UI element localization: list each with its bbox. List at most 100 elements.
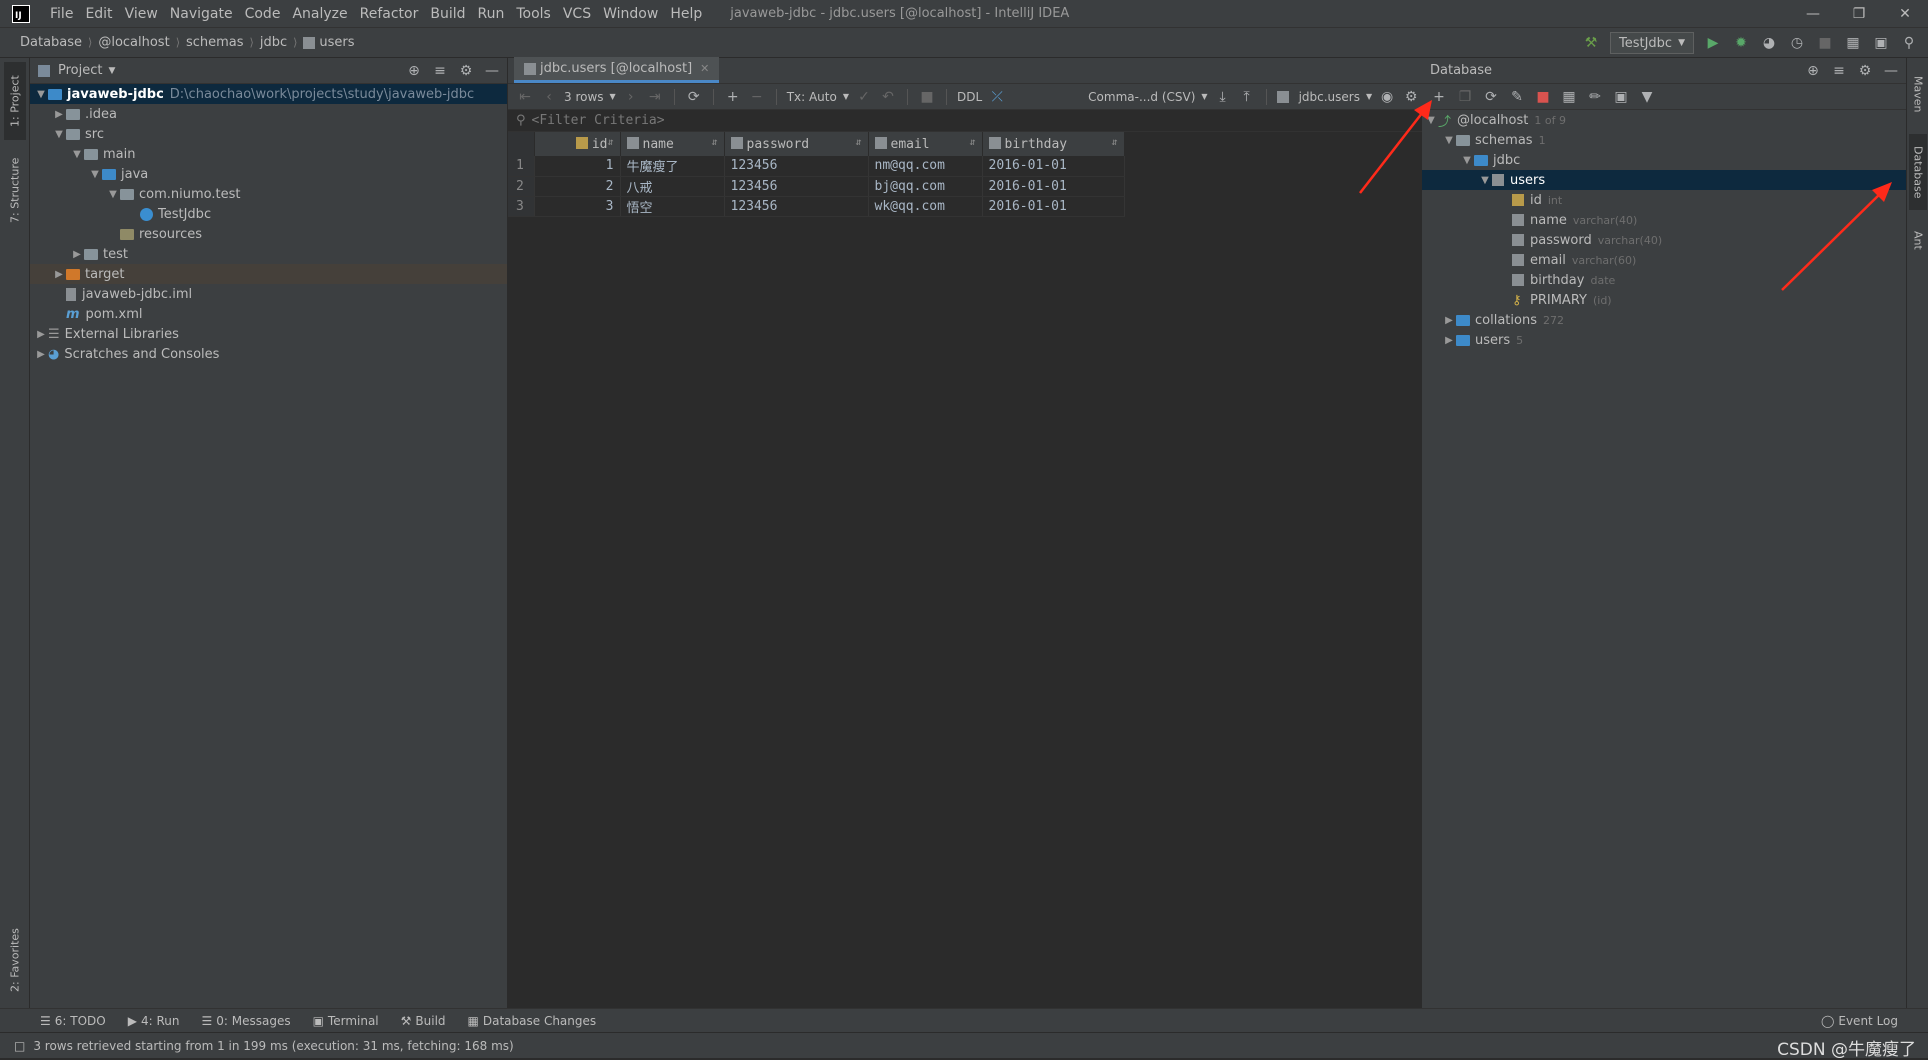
chevron-down-icon[interactable]: ▼ [1424, 115, 1438, 126]
cell-birthday[interactable]: 2016-01-01 [982, 196, 1125, 217]
column-header-name[interactable]: name ⇵ [620, 132, 725, 156]
breadcrumb-localhost[interactable]: @localhost [98, 35, 169, 50]
tree-item-iml[interactable]: javaweb-jdbc.iml [30, 284, 507, 304]
gear-icon[interactable]: ⚙ [457, 62, 475, 80]
sort-icon[interactable]: ⇵ [1111, 137, 1117, 148]
chevron-right-icon[interactable]: ▶ [52, 109, 66, 120]
tx-mode-select[interactable]: Tx: Auto [787, 90, 837, 104]
run-configuration-select[interactable]: TestJdbc ▼ [1609, 32, 1694, 54]
table-row[interactable]: 1 1 牛魔瘦了 123456 nm@qq.com 2016-01-01 [508, 156, 1125, 177]
db-item-jdbc[interactable]: ▼ jdbc [1422, 150, 1906, 170]
menu-help[interactable]: Help [664, 6, 708, 22]
edit-icon[interactable]: ✏ [1586, 88, 1604, 106]
menu-vcs[interactable]: VCS [557, 6, 597, 22]
collapse-all-icon[interactable]: ≡ [1830, 62, 1848, 80]
db-index-primary[interactable]: ⚷ PRIMARY (id) [1422, 290, 1906, 310]
coverage-icon[interactable]: ◕ [1760, 34, 1778, 52]
filter-icon[interactable]: ▼ [1638, 88, 1656, 106]
rows-count-select[interactable]: 3 rows [564, 90, 604, 104]
copy-icon[interactable]: ❐ [1456, 88, 1474, 106]
cell-birthday[interactable]: 2016-01-01 [982, 176, 1125, 197]
breadcrumb-users[interactable]: users [319, 35, 354, 50]
eye-icon[interactable]: ◉ [1378, 88, 1396, 106]
db-item-schemas[interactable]: ▼ schemas 1 [1422, 130, 1906, 150]
hammer-build-icon[interactable]: ⚒ [1582, 34, 1600, 52]
chevron-down-icon[interactable]: ▼ [1442, 135, 1456, 146]
chevron-right-icon[interactable]: ▶ [1442, 335, 1456, 346]
download-icon[interactable]: ⤓ [1214, 88, 1232, 106]
chevron-down-icon[interactable]: ▼ [34, 89, 48, 100]
tree-item-resources[interactable]: resources [30, 224, 507, 244]
close-tab-icon[interactable]: ✕ [700, 62, 709, 75]
tab-terminal[interactable]: ▣ Terminal [313, 1014, 379, 1028]
column-header-password[interactable]: password ⇵ [724, 132, 869, 156]
chevron-down-icon[interactable]: ▼ [88, 169, 102, 180]
menu-file[interactable]: File [44, 6, 79, 22]
compare-icon[interactable]: ⤫ [988, 88, 1006, 106]
cell-password[interactable]: 123456 [724, 196, 869, 217]
menu-run[interactable]: Run [472, 6, 511, 22]
breadcrumb-jdbc[interactable]: jdbc [260, 35, 287, 50]
tab-favorites[interactable]: 2: Favorites [4, 918, 26, 1002]
sort-icon[interactable]: ⇵ [607, 137, 613, 148]
collapse-all-icon[interactable]: ≡ [431, 62, 449, 80]
last-page-icon[interactable]: ⇥ [646, 88, 664, 106]
tree-item-main[interactable]: ▼ main [30, 144, 507, 164]
tree-item-scratches[interactable]: ▶ ◕ Scratches and Consoles [30, 344, 507, 364]
close-icon[interactable]: ✕ [1882, 0, 1928, 28]
db-item-collations[interactable]: ▶ collations 272 [1422, 310, 1906, 330]
restore-icon[interactable]: ❐ [1836, 0, 1882, 28]
menu-code[interactable]: Code [239, 6, 287, 22]
stop-icon[interactable]: ■ [918, 88, 936, 106]
chevron-right-icon[interactable]: ▶ [34, 349, 48, 360]
menu-window[interactable]: Window [597, 6, 664, 22]
commit-icon[interactable]: ✓ [855, 88, 873, 106]
refresh-icon[interactable]: ⟳ [685, 88, 703, 106]
tree-item-package[interactable]: ▼ com.niumo.test [30, 184, 507, 204]
table-view-icon[interactable]: ▦ [1560, 88, 1578, 106]
cell-id[interactable]: 3 [534, 196, 621, 217]
cell-password[interactable]: 123456 [724, 176, 869, 197]
cell-id[interactable]: 1 [534, 156, 621, 177]
filter-criteria-input[interactable]: <Filter Criteria> [532, 113, 665, 128]
tree-item-idea[interactable]: ▶ .idea [30, 104, 507, 124]
chevron-right-icon[interactable]: ▶ [70, 249, 84, 260]
chevron-down-icon[interactable]: ▼ [106, 189, 120, 200]
tab-todo[interactable]: ☰ 6: TODO [40, 1014, 106, 1028]
table-row[interactable]: 3 3 悟空 123456 wk@qq.com 2016-01-01 [508, 196, 1125, 217]
run-icon[interactable]: ▶ [1704, 34, 1722, 52]
breadcrumb-schemas[interactable]: schemas [186, 35, 244, 50]
delete-row-icon[interactable]: − [748, 88, 766, 106]
tab-project[interactable]: 1: Project [4, 62, 26, 140]
sort-icon[interactable]: ⇵ [969, 137, 975, 148]
chevron-right-icon[interactable]: ▶ [34, 329, 48, 340]
table-row[interactable]: 2 2 八戒 123456 bj@qq.com 2016-01-01 [508, 176, 1125, 197]
tree-item-test[interactable]: ▶ test [30, 244, 507, 264]
column-header-id[interactable]: id ⇵ [534, 132, 621, 156]
cell-email[interactable]: bj@qq.com [868, 176, 983, 197]
disconnect-icon[interactable]: ■ [1534, 88, 1552, 106]
tree-item-pom[interactable]: m pom.xml [30, 304, 507, 324]
db-item-localhost[interactable]: ▼ ⤴ @localhost 1 of 9 [1422, 110, 1906, 130]
tree-item-testjdbc[interactable]: TestJdbc [30, 204, 507, 224]
menu-edit[interactable]: Edit [79, 6, 118, 22]
next-page-icon[interactable]: › [622, 88, 640, 106]
cell-name[interactable]: 悟空 [620, 196, 725, 217]
tree-item-external-libraries[interactable]: ▶ ☰ External Libraries [30, 324, 507, 344]
tree-item-java[interactable]: ▼ java [30, 164, 507, 184]
tree-item-javaweb-jdbc[interactable]: ▼ javaweb-jdbc D:\chaochao\work\projects\s… [30, 84, 507, 104]
tab-maven[interactable]: Maven [1909, 64, 1927, 124]
console-icon[interactable]: ▣ [1612, 88, 1630, 106]
event-log-button[interactable]: ◯ Event Log [1821, 1014, 1898, 1028]
db-column-birthday[interactable]: birthday date [1422, 270, 1906, 290]
gear-icon[interactable]: ⚙ [1856, 62, 1874, 80]
sort-icon[interactable]: ⇵ [711, 137, 717, 148]
chevron-right-icon[interactable]: ▶ [1442, 315, 1456, 326]
tab-build[interactable]: ⚒ Build [401, 1014, 446, 1028]
search-icon[interactable]: ⚲ [1900, 34, 1918, 52]
breadcrumb-database[interactable]: Database [20, 35, 82, 50]
menu-navigate[interactable]: Navigate [164, 6, 239, 22]
add-row-icon[interactable]: + [724, 88, 742, 106]
db-column-name[interactable]: name varchar(40) [1422, 210, 1906, 230]
column-header-birthday[interactable]: birthday ⇵ [982, 132, 1125, 156]
